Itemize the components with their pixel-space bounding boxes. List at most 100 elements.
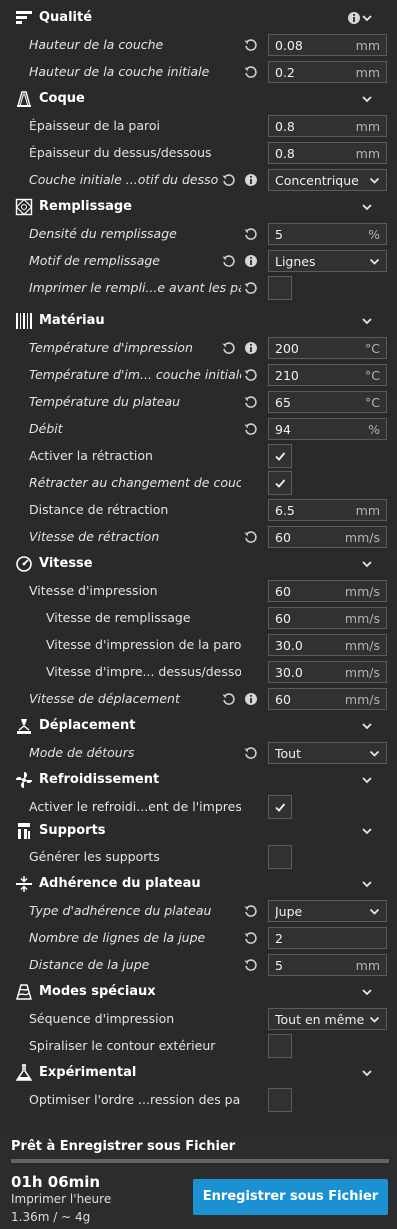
layer-height-input[interactable]: 0.08 mm [268, 34, 387, 56]
quality-icon [15, 9, 33, 27]
reset-icon[interactable] [243, 368, 257, 382]
info-icon[interactable] [347, 11, 361, 25]
reset-icon[interactable] [243, 931, 257, 945]
infill-speed-input[interactable]: 60 mm/s [268, 607, 387, 629]
wall-speed-input[interactable]: 30.0 mm/s [268, 634, 387, 656]
topbottom-speed-input[interactable]: 30.0 mm/s [268, 661, 387, 683]
select-value: Tout [275, 746, 301, 761]
category-speed[interactable]: Vitesse [0, 551, 397, 577]
support-icon [15, 822, 33, 840]
reset-icon[interactable] [243, 904, 257, 918]
category-adhesion[interactable]: Adhérence du plateau [0, 871, 397, 897]
category-shell[interactable]: Coque [0, 86, 397, 112]
chevron-down-icon[interactable] [360, 985, 374, 999]
chevron-down-icon[interactable] [360, 200, 374, 214]
setting-label: Distance de la jupe [29, 957, 150, 972]
info-icon [244, 173, 258, 187]
optimize-wall-order-checkbox[interactable] [268, 1088, 292, 1112]
setting-spiralize: Spiraliser le contour extérieur [0, 1034, 397, 1058]
category-title: Vitesse [39, 556, 93, 571]
print-time-label: Imprimer l'heure [11, 1192, 112, 1206]
flow-input[interactable]: 94% [268, 418, 387, 440]
bed-temp-input[interactable]: 65 °C [268, 391, 387, 413]
field-unit: % [368, 227, 380, 242]
category-material[interactable]: Matériau [0, 308, 397, 334]
reset-icon[interactable] [243, 746, 257, 760]
chevron-down-icon[interactable] [360, 773, 374, 787]
chevron-down-icon[interactable] [360, 1066, 374, 1080]
category-quality[interactable]: Qualité [0, 5, 397, 31]
field-unit: mm/s [344, 665, 380, 680]
retraction-enable-checkbox[interactable] [268, 444, 292, 468]
infill-before-walls-checkbox[interactable] [268, 276, 292, 300]
print-sequence-select[interactable]: Tout en même temps [268, 1008, 387, 1030]
setting-label: Imprimer le rempli...e avant les parois [29, 280, 241, 295]
infill-density-input[interactable]: 5% [268, 223, 387, 245]
setting-label: Distance de rétraction [29, 502, 169, 517]
field-unit: °C [365, 395, 380, 410]
print-temp-input[interactable]: 200 °C [268, 337, 387, 359]
combing-mode-select[interactable]: Tout [268, 742, 387, 764]
travel-speed-input[interactable]: 60 mm/s [268, 688, 387, 710]
retraction-distance-input[interactable]: 6.5 mm [268, 499, 387, 521]
category-title: Qualité [39, 10, 93, 25]
skirt-distance-input[interactable]: 5 mm [268, 954, 387, 976]
field-value: 0.8 [275, 119, 295, 134]
field-unit: °C [365, 341, 380, 356]
reset-icon[interactable] [221, 173, 235, 187]
category-infill[interactable]: Remplissage [0, 194, 397, 220]
progress-bar [11, 1159, 389, 1163]
setting-label: Épaisseur de la paroi [29, 118, 160, 133]
reset-icon[interactable] [243, 281, 257, 295]
reset-icon[interactable] [243, 227, 257, 241]
save-to-file-button[interactable]: Enregistrer sous Fichier [193, 1179, 388, 1215]
adhesion-type-select[interactable]: Jupe [268, 900, 387, 922]
reset-icon[interactable] [221, 341, 235, 355]
setting-infill-before-walls: Imprimer le rempli...e avant les parois [0, 276, 397, 300]
chevron-down-icon[interactable] [360, 557, 374, 571]
reset-icon[interactable] [221, 692, 235, 706]
select-value: Lignes [275, 254, 316, 269]
spiralize-checkbox[interactable] [268, 1034, 292, 1058]
chevron-down-icon[interactable] [360, 877, 374, 891]
reset-icon[interactable] [243, 65, 257, 79]
support-enable-checkbox[interactable] [268, 845, 292, 869]
retract-layer-change-checkbox[interactable] [268, 471, 292, 495]
print-temp-initial-input[interactable]: 210 °C [268, 364, 387, 386]
reset-icon[interactable] [243, 958, 257, 972]
chevron-down-icon[interactable] [360, 824, 374, 838]
infill-pattern-select[interactable]: Lignes [268, 250, 387, 272]
travel-icon [15, 717, 33, 735]
initial-layer-height-input[interactable]: 0.2 mm [268, 61, 387, 83]
category-special[interactable]: Modes spéciaux [0, 979, 397, 1005]
wall-thickness-input[interactable]: 0.8 mm [268, 115, 387, 137]
setting-optimize-wall-order: Optimiser l'ordre ...ression des parois [0, 1088, 397, 1112]
reset-icon[interactable] [221, 254, 235, 268]
category-experimental[interactable]: Expérimental [0, 1060, 397, 1086]
print-speed-input[interactable]: 60 mm/s [268, 580, 387, 602]
reset-icon[interactable] [243, 530, 257, 544]
skirt-lines-input[interactable]: 2 [268, 927, 387, 949]
chevron-down-icon[interactable] [360, 92, 374, 106]
chevron-down-icon[interactable] [360, 11, 374, 25]
reset-icon[interactable] [243, 38, 257, 52]
chevron-down-icon[interactable] [360, 719, 374, 733]
cooling-enable-checkbox[interactable] [268, 795, 292, 819]
chevron-down-icon[interactable] [360, 314, 374, 328]
field-unit: mm [355, 146, 380, 161]
setting-print-temp: Température d'impression 200 °C [0, 336, 397, 360]
category-title: Déplacement [39, 718, 136, 733]
field-unit: mm/s [344, 530, 380, 545]
reset-icon[interactable] [243, 422, 257, 436]
top-bottom-thickness-input[interactable]: 0.8 mm [268, 142, 387, 164]
category-travel[interactable]: Déplacement [0, 713, 397, 739]
field-value: 6.5 [275, 503, 295, 518]
category-cooling[interactable]: Refroidissement [0, 767, 397, 793]
retraction-speed-input[interactable]: 60 mm/s [268, 526, 387, 548]
reset-icon[interactable] [243, 395, 257, 409]
field-unit: mm [355, 503, 380, 518]
setting-print-temp-initial: Température d'im... couche initiale 210 °C [0, 363, 397, 387]
category-support[interactable]: Supports [0, 818, 397, 844]
setting-retract-layer-change: Rétracter au changement de couche [0, 471, 397, 495]
initial-layer-pattern-select[interactable]: Concentrique [268, 169, 387, 191]
